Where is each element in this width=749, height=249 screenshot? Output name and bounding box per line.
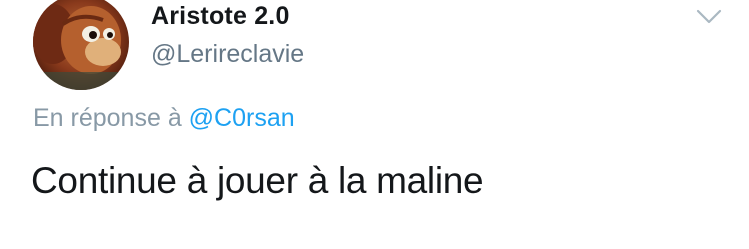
- tweet-text: Continue à jouer à la maline: [31, 160, 484, 201]
- avatar[interactable]: [33, 0, 129, 90]
- reply-prefix: En réponse à: [33, 104, 182, 132]
- monkey-puppet-icon: [33, 0, 129, 90]
- reply-mention-link[interactable]: @C0rsan: [189, 104, 295, 132]
- chevron-down-icon[interactable]: [693, 4, 725, 28]
- tweet-card: Aristote 2.0 @Lerireclavie En réponse à …: [0, 0, 749, 249]
- user-handle[interactable]: @Lerireclavie: [151, 40, 304, 69]
- display-name[interactable]: Aristote 2.0: [151, 2, 290, 31]
- reply-context: En réponse à @C0rsan: [33, 104, 295, 133]
